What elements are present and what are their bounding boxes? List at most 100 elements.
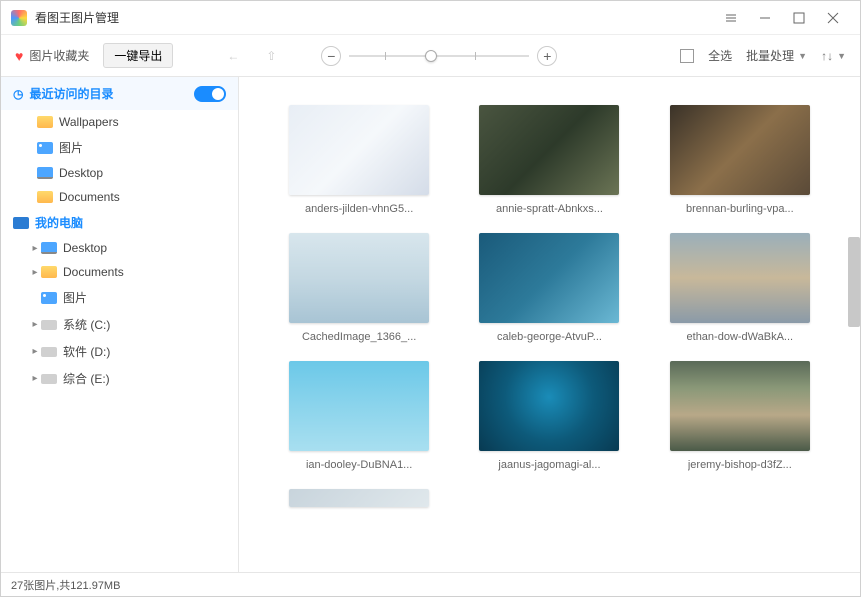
my-computer-item[interactable]: 我的电脑 (1, 209, 238, 236)
app-window: 看图王图片管理 ♥ 图片收藏夹 一键导出 ← ⇧ − + 全选 批量处理 (0, 0, 861, 597)
favorites-label: 图片收藏夹 (29, 47, 89, 64)
status-text: 27张图片,共121.97MB (11, 577, 120, 593)
drive-item[interactable]: ▸ 综合 (E:) (1, 365, 238, 392)
batch-process-button[interactable]: 批量处理 ▼ (746, 47, 807, 64)
drive-item[interactable]: ▸ 系统 (C:) (1, 311, 238, 338)
export-button[interactable]: 一键导出 (103, 43, 173, 68)
drive-item[interactable]: 图片 (1, 284, 238, 311)
zoom-slider[interactable] (349, 55, 529, 57)
thumbnail-caption: ethan-dow-dWaBkA... (687, 331, 794, 343)
scrollbar-thumb[interactable] (848, 237, 860, 327)
folder-icon (41, 265, 57, 279)
favorites-button[interactable]: ♥ 图片收藏夹 (15, 47, 89, 64)
zoom-thumb[interactable] (425, 50, 437, 62)
thumbnail-caption: jeremy-bishop-d3fZ... (688, 459, 792, 471)
thumbnail-item[interactable]: jeremy-bishop-d3fZ... (660, 361, 820, 471)
recent-header-label: 最近访问的目录 (29, 85, 113, 102)
thumbnail-item[interactable]: ethan-dow-dWaBkA... (660, 233, 820, 343)
thumbnail-item[interactable]: caleb-george-AtvuP... (469, 233, 629, 343)
sort-button[interactable]: ↑↓ ▼ (821, 49, 846, 63)
thumbnail-item[interactable]: anders-jilden-vhnG5... (279, 105, 439, 215)
up-button[interactable]: ⇧ (259, 44, 283, 68)
back-button[interactable]: ← (221, 44, 245, 68)
expand-icon[interactable]: ▸ (29, 346, 41, 357)
thumbnail-grid: anders-jilden-vhnG5... annie-spratt-Abnkx… (239, 77, 860, 535)
recent-section-header[interactable]: ◷ 最近访问的目录 (1, 77, 238, 110)
image-icon (37, 141, 53, 155)
statusbar: 27张图片,共121.97MB (1, 572, 860, 596)
drive-item[interactable]: ▸ Documents (1, 260, 238, 284)
drive-item-label: 综合 (E:) (63, 370, 110, 387)
select-all-checkbox[interactable] (680, 49, 694, 63)
clock-icon: ◷ (13, 87, 23, 101)
thumbnail-caption: anders-jilden-vhnG5... (305, 203, 413, 215)
thumbnail-image (670, 105, 810, 195)
thumbnail-caption: CachedImage_1366_... (302, 331, 416, 343)
heart-icon: ♥ (15, 48, 23, 64)
folder-icon (37, 115, 53, 129)
thumbnail-caption: ian-dooley-DuBNA1... (306, 459, 412, 471)
drive-item-label: 系统 (C:) (63, 316, 110, 333)
thumbnail-image (479, 105, 619, 195)
sidebar: ◷ 最近访问的目录 Wallpapers 图片 Desktop Documents 我… (1, 77, 239, 572)
recent-item-label: Desktop (59, 166, 103, 180)
drive-item-label: Documents (63, 265, 124, 279)
thumbnail-item[interactable]: CachedImage_1366_... (279, 233, 439, 343)
monitor-icon (41, 241, 57, 255)
chevron-down-icon: ▼ (837, 51, 846, 61)
drive-item-label: 图片 (63, 289, 87, 306)
thumbnail-image (479, 361, 619, 451)
recent-item[interactable]: Wallpapers (1, 110, 238, 134)
recent-item[interactable]: 图片 (1, 134, 238, 161)
batch-label: 批量处理 (746, 47, 794, 64)
close-button[interactable] (816, 4, 850, 32)
expand-icon[interactable]: ▸ (29, 373, 41, 384)
recent-item-label: 图片 (59, 139, 83, 156)
my-pc-label: 我的电脑 (35, 214, 83, 231)
thumbnail-caption: caleb-george-AtvuP... (497, 331, 602, 343)
thumbnail-caption: brennan-burling-vpa... (686, 203, 794, 215)
thumbnail-image (289, 233, 429, 323)
expand-icon[interactable]: ▸ (29, 319, 41, 330)
select-all-label: 全选 (708, 47, 732, 64)
thumbnail-item[interactable]: jaanus-jagomagi-al... (469, 361, 629, 471)
recent-item[interactable]: Desktop (1, 161, 238, 185)
app-logo-icon (11, 10, 27, 26)
titlebar: 看图王图片管理 (1, 1, 860, 35)
recent-item-label: Wallpapers (59, 115, 119, 129)
minimize-button[interactable] (748, 4, 782, 32)
thumbnail-image (670, 361, 810, 451)
expand-icon[interactable]: ▸ (29, 243, 41, 254)
chevron-down-icon: ▼ (798, 51, 807, 61)
recent-toggle[interactable] (194, 86, 226, 102)
drive-item-label: Desktop (63, 241, 107, 255)
drive-icon (41, 318, 57, 332)
window-title: 看图王图片管理 (35, 9, 714, 26)
drive-item[interactable]: ▸ 软件 (D:) (1, 338, 238, 365)
drive-item-label: 软件 (D:) (63, 343, 110, 360)
thumbnail-image (289, 361, 429, 451)
thumbnail-image (670, 233, 810, 323)
thumbnail-image (479, 233, 619, 323)
thumbnail-caption: annie-spratt-Abnkxs... (496, 203, 603, 215)
recent-item-label: Documents (59, 190, 120, 204)
drive-item[interactable]: ▸ Desktop (1, 236, 238, 260)
thumbnail-item[interactable] (279, 489, 439, 507)
maximize-button[interactable] (782, 4, 816, 32)
content-area: anders-jilden-vhnG5... annie-spratt-Abnkx… (239, 77, 860, 572)
thumbnail-item[interactable]: brennan-burling-vpa... (660, 105, 820, 215)
thumbnail-caption: jaanus-jagomagi-al... (498, 459, 600, 471)
zoom-out-button[interactable]: − (321, 46, 341, 66)
drive-icon (41, 372, 57, 386)
drive-icon (41, 345, 57, 359)
expand-icon[interactable]: ▸ (29, 267, 41, 278)
thumbnail-image (289, 105, 429, 195)
menu-button[interactable] (714, 4, 748, 32)
thumbnail-item[interactable]: annie-spratt-Abnkxs... (469, 105, 629, 215)
thumbnail-item[interactable]: ian-dooley-DuBNA1... (279, 361, 439, 471)
pc-icon (13, 216, 29, 230)
recent-item[interactable]: Documents (1, 185, 238, 209)
thumbnail-image (289, 489, 429, 507)
zoom-in-button[interactable]: + (537, 46, 557, 66)
folder-icon (37, 190, 53, 204)
